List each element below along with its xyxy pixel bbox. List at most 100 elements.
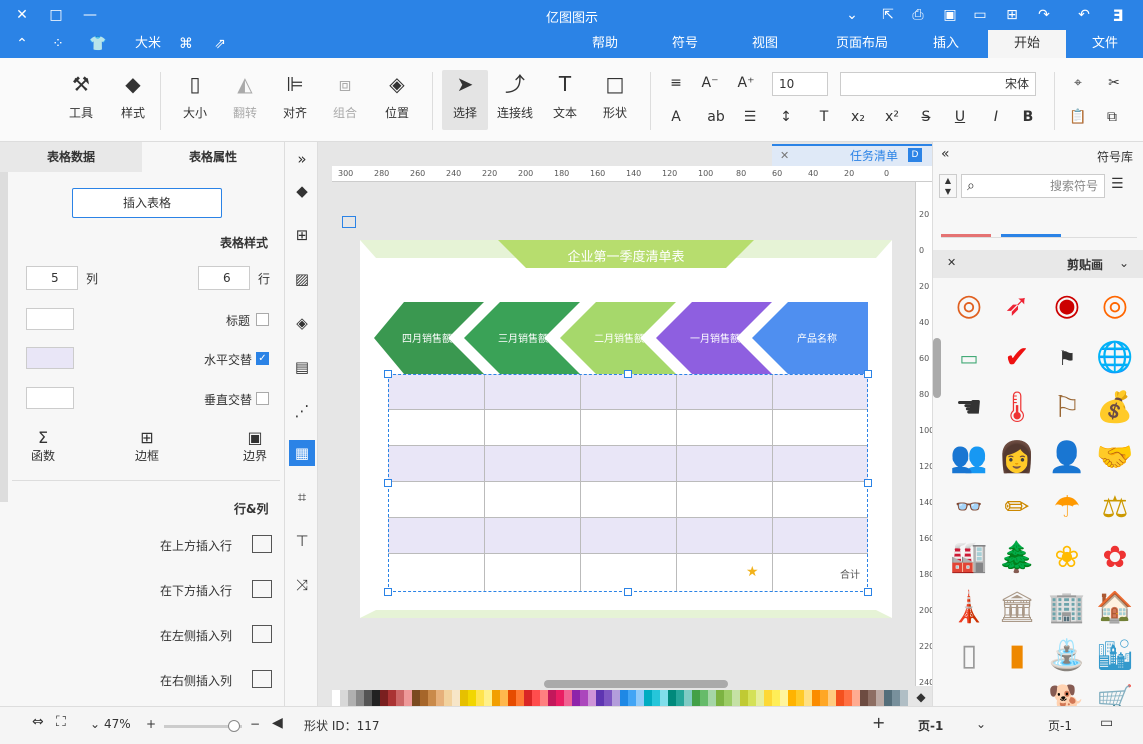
handshake-icon[interactable]: 🤝 bbox=[1091, 434, 1139, 482]
vertical-alt-color-swatch[interactable] bbox=[26, 387, 74, 409]
header-cell[interactable]: 三月销售额 bbox=[486, 330, 560, 345]
bold-icon[interactable]: B bbox=[1016, 106, 1040, 128]
factory-icon[interactable]: 🏭 bbox=[945, 534, 993, 582]
resize-handle[interactable] bbox=[864, 479, 872, 487]
pencil-icon[interactable]: ✏ bbox=[993, 484, 1041, 532]
title-checkbox[interactable] bbox=[256, 313, 269, 326]
library-scrollbar[interactable] bbox=[933, 338, 941, 398]
font-size-select[interactable]: 10 bbox=[772, 72, 828, 96]
bullseye-icon[interactable]: ◉ bbox=[1043, 282, 1091, 330]
meeting-icon[interactable]: 👥 bbox=[945, 434, 993, 482]
italic-icon[interactable]: I bbox=[984, 106, 1008, 128]
horizontal-scrollbar[interactable] bbox=[544, 680, 728, 688]
collapse-ribbon-icon[interactable]: ⌃ bbox=[12, 34, 32, 54]
border-bounds-button[interactable]: ▣ 边界 bbox=[238, 428, 272, 464]
shape-button[interactable]: □ 形状 bbox=[592, 70, 638, 130]
tab-help[interactable]: 帮助 bbox=[580, 30, 630, 58]
umbrella-icon[interactable]: ☂ bbox=[1043, 484, 1091, 532]
minimize-icon[interactable]: — bbox=[80, 5, 100, 25]
darts-icon[interactable]: ◎ bbox=[1091, 282, 1139, 330]
tab-insert[interactable]: 插入 bbox=[916, 30, 976, 58]
undo-icon[interactable]: ↶ bbox=[1074, 5, 1094, 25]
insert-row-above-button[interactable]: 在上方插入行 bbox=[160, 533, 272, 557]
businessman-icon[interactable]: 👤 bbox=[1043, 434, 1091, 482]
chart-icon[interactable]: ⋰ bbox=[289, 398, 315, 424]
tab-home[interactable]: 开始 bbox=[988, 30, 1066, 58]
group-button[interactable]: ⧈ 组合 bbox=[322, 70, 368, 130]
layers-icon[interactable]: ◈ bbox=[289, 310, 315, 336]
header-cell[interactable]: 一月销售额 bbox=[678, 330, 752, 345]
open-icon[interactable]: ▭ bbox=[970, 5, 990, 25]
buildings-icon[interactable]: 🏙 bbox=[1091, 632, 1139, 680]
category-header[interactable]: ✕ 剪贴画 ⌄ bbox=[933, 250, 1143, 278]
signpost-icon[interactable]: ⚐ bbox=[1043, 384, 1091, 432]
font-family-select[interactable]: 宋体 bbox=[840, 72, 1036, 96]
paste-icon[interactable]: 📋 bbox=[1066, 106, 1090, 128]
function-button[interactable]: Σ 函数 bbox=[26, 428, 60, 464]
insert-table-button[interactable]: 插入表格 bbox=[72, 188, 222, 218]
maximize-icon[interactable]: □ bbox=[46, 5, 66, 25]
palette-swatches[interactable] bbox=[332, 690, 932, 706]
grid-apps-icon[interactable]: ⊞ bbox=[289, 222, 315, 248]
data-table[interactable]: 合计 ★ bbox=[384, 370, 872, 596]
tab-symbol[interactable]: 符号 bbox=[660, 30, 710, 58]
select-button[interactable]: ➤ 选择 bbox=[442, 70, 488, 130]
flow-icon[interactable]: ⤨ bbox=[289, 572, 315, 598]
insert-col-left-button[interactable]: 在左侧插入列 bbox=[160, 623, 272, 647]
resize-handle[interactable] bbox=[384, 370, 392, 378]
insert-row-below-button[interactable]: 在下方插入行 bbox=[160, 578, 272, 602]
resize-handle[interactable] bbox=[384, 479, 392, 487]
rows-stepper[interactable]: 6 bbox=[198, 266, 250, 290]
dropdown-icon[interactable]: ⌄ bbox=[842, 5, 862, 25]
close-category-icon[interactable]: ✕ bbox=[947, 256, 956, 269]
font-shrink-icon[interactable]: A⁻ bbox=[698, 72, 722, 94]
new-icon[interactable]: ⊞ bbox=[1002, 5, 1022, 25]
temple-icon[interactable]: 🏛 bbox=[993, 584, 1041, 632]
building-icon[interactable]: 🏠 bbox=[1091, 584, 1139, 632]
tab-view[interactable]: 视图 bbox=[740, 30, 790, 58]
page-dropdown-icon[interactable]: ⌄ bbox=[976, 717, 986, 731]
text-tool-icon[interactable]: T bbox=[812, 106, 836, 128]
horizontal-alt-color-swatch[interactable] bbox=[26, 347, 74, 369]
header-cell[interactable]: 二月销售额 bbox=[582, 330, 656, 345]
play-icon[interactable]: ◀ bbox=[272, 715, 283, 731]
text-highlight-icon[interactable]: ab bbox=[704, 106, 728, 128]
close-tab-icon[interactable]: ✕ bbox=[780, 146, 789, 166]
text-panel-icon[interactable]: ⊤ bbox=[289, 528, 315, 554]
glasses-icon[interactable]: 👓 bbox=[945, 484, 993, 532]
copy-icon[interactable]: ⧉ bbox=[1100, 106, 1124, 128]
format-painter-icon[interactable]: ⌖ bbox=[1066, 72, 1090, 94]
thermometer-icon[interactable]: 🌡 bbox=[993, 384, 1041, 432]
user-name[interactable]: 大米 bbox=[126, 30, 170, 58]
bag-icon[interactable]: 💰 bbox=[1091, 384, 1139, 432]
save-icon[interactable]: ▣ bbox=[940, 5, 960, 25]
print-icon[interactable]: ⎙ bbox=[908, 5, 928, 25]
page-tab[interactable]: 页-1 bbox=[918, 717, 943, 734]
resize-handle[interactable] bbox=[864, 588, 872, 596]
target-icon[interactable]: ◎ bbox=[945, 282, 993, 330]
horizontal-alt-checkbox[interactable]: ✓ bbox=[256, 352, 269, 365]
bullets-icon[interactable]: ☰ bbox=[738, 106, 762, 128]
flip-button[interactable]: ◭ 翻转 bbox=[222, 70, 268, 130]
superscript-icon[interactable]: x² bbox=[880, 106, 904, 128]
globe-icon[interactable]: 🌐 bbox=[1091, 334, 1139, 382]
apps-icon[interactable]: ⁘ bbox=[48, 34, 68, 54]
tab-file[interactable]: 文件 bbox=[1082, 30, 1128, 58]
style-button[interactable]: ◆ 样式 bbox=[110, 70, 156, 130]
table-icon[interactable]: ▦ bbox=[289, 440, 315, 466]
zoom-out-icon[interactable]: − bbox=[250, 717, 260, 731]
font-grow-icon[interactable]: A⁺ bbox=[734, 72, 758, 94]
zoom-dropdown-icon[interactable]: ⌄ bbox=[90, 717, 100, 731]
header-cell[interactable]: 产品名称 bbox=[780, 330, 854, 345]
resize-handle[interactable] bbox=[624, 588, 632, 596]
size-button[interactable]: ▯ 大小 bbox=[172, 70, 218, 130]
resize-handle[interactable] bbox=[864, 370, 872, 378]
symbol-search-input[interactable]: 搜索符号 bbox=[961, 174, 1105, 198]
library-menu-icon[interactable]: ☰ bbox=[1111, 176, 1124, 192]
subscript-icon[interactable]: x₂ bbox=[846, 106, 870, 128]
header-cell[interactable]: 四月销售额 bbox=[390, 330, 464, 345]
fill-color-icon[interactable]: ◆ bbox=[912, 690, 930, 706]
page-icon[interactable]: ▤ bbox=[289, 354, 315, 380]
title-color-swatch[interactable] bbox=[26, 308, 74, 330]
align-button[interactable]: ⊫ 对齐 bbox=[272, 70, 318, 130]
